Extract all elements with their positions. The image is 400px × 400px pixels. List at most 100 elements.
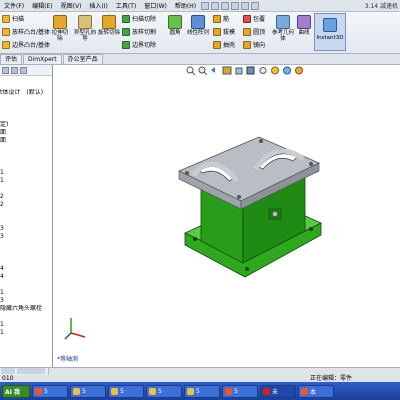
taskbar-item[interactable]: 5 [108,384,144,398]
gearbox-housing-model[interactable] [173,131,333,311]
taskbar-item-solidworks[interactable]: 未 [260,384,296,398]
print-icon[interactable] [231,1,240,10]
taskbar-item[interactable]: 5 [70,384,106,398]
linear-pattern-button[interactable]: 线性阵列 [186,15,210,36]
taskbar-item[interactable]: 本 [298,384,334,398]
curves-button[interactable]: 曲线 [296,15,312,36]
sweep-button[interactable]: 扫描 [2,14,24,23]
app-icon [263,387,270,395]
tree-item-label: 1 [0,329,4,336]
tree-item[interactable]: 3 [0,297,52,305]
property-manager-icon[interactable] [11,66,18,74]
loft-boss-button[interactable]: 放样凸台/基体 [2,27,50,36]
start-label: AI 我 [5,388,20,396]
taskbar-item[interactable]: 5 [184,384,220,398]
undo-icon[interactable] [241,1,250,10]
configuration-icon[interactable] [20,66,27,74]
zoom-area-icon[interactable] [198,66,208,75]
boundary-cut-button[interactable]: 边界切除 [122,40,156,49]
tree-item[interactable]: 2 [0,201,52,209]
tree-item[interactable]: 4 [0,265,52,273]
display-style-icon[interactable] [246,66,256,75]
instant3d-button[interactable]: Instant3D [314,13,346,51]
taskbar-item[interactable]: 5 [32,384,68,398]
tree-item[interactable]: 1 [0,321,52,329]
tree-item[interactable]: 面 [0,137,52,145]
wrap-button[interactable]: 包覆 [243,14,265,23]
tree-item[interactable]: 面 [0,129,52,137]
view-orientation-icon[interactable] [234,66,244,75]
hole-wizard-label: 异型孔向导 [74,30,97,42]
tab-model[interactable] [1,368,15,374]
select-icon[interactable] [251,1,260,10]
feature-tree-icon[interactable] [2,66,9,74]
menu-view[interactable]: 视图(V) [57,1,86,10]
tree-item[interactable]: 3 [0,233,52,241]
dome-icon [243,27,251,36]
sweep-cut-button[interactable]: 扫描切除 [122,14,156,23]
save-icon[interactable] [221,1,230,10]
tab-office-products[interactable]: 办公室产品 [62,54,103,64]
taskbar-item[interactable]: 5 [222,384,258,398]
app-icon [301,387,308,395]
reference-geometry-icon [276,15,290,29]
tree-item[interactable]: 4 [0,273,52,281]
graphics-viewport[interactable]: *等轴测 [53,65,400,367]
shell-icon [213,40,221,49]
menu-help[interactable]: 帮助(H) [171,1,200,10]
dome-button[interactable]: 圆顶 [243,27,265,36]
open-icon[interactable] [211,1,220,10]
new-icon[interactable] [201,1,210,10]
fillet-button[interactable]: 圆角 [166,15,184,36]
hole-wizard-button[interactable]: 异型孔向导 [74,15,96,42]
mirror-button[interactable]: 镜向 [243,40,265,49]
tree-item-label: 1 [0,169,4,176]
tree-item-hex-bolt[interactable]: 隐藏六角头螺栓 [0,305,52,313]
menu-tools[interactable]: 工具(T) [112,1,140,10]
instant3d-icon [323,18,337,32]
tree-item[interactable]: 1 [0,329,52,337]
model-oil-plug [272,211,278,217]
menu-file[interactable]: 文件(F) [0,1,28,10]
boundary-boss-button[interactable]: 边界凸台/基体 [2,40,50,49]
tree-item[interactable]: 2 [0,193,52,201]
revolve-cut-button[interactable]: 旋转切除 [98,15,120,36]
tree-item[interactable]: 1 [0,169,52,177]
tree-item-label: 4 [0,273,4,280]
zoom-fit-icon[interactable] [186,66,196,75]
hide-show-items-icon[interactable] [258,66,268,75]
start-button[interactable]: AI 我 [2,384,30,398]
tree-item[interactable]: 3 [0,225,52,233]
reference-geometry-button[interactable]: 参考几何体 [272,15,294,42]
window-title: 3.14 减速机 [364,3,398,10]
apply-scene-icon[interactable] [282,66,292,75]
tree-item[interactable]: t体设计 (默认) [0,89,52,97]
view-settings-icon[interactable] [294,66,304,75]
tab-dimxpert[interactable]: DimXpert [23,54,62,64]
edit-appearance-icon[interactable] [270,66,280,75]
tab-motion-study[interactable] [16,368,45,374]
previous-view-icon[interactable] [210,66,220,75]
tree-item[interactable]: 定) [0,121,52,129]
tree-item[interactable]: 1 [0,289,52,297]
app-icon [225,387,232,395]
taskbar-item[interactable]: 5 [146,384,182,398]
menu-edit[interactable]: 编辑(E) [28,1,56,10]
tab-evaluate[interactable]: 评估 [0,54,23,64]
loft-boss-label: 放样凸台/基体 [12,29,51,36]
app-icon [187,387,194,395]
draft-button[interactable]: 拔模 [213,27,235,36]
section-view-icon[interactable] [222,66,232,75]
axis-triad-icon [64,318,86,340]
wrap-label: 包覆 [253,16,266,23]
loft-cut-button[interactable]: 放样切割 [122,27,156,36]
menu-window[interactable]: 窗口(W) [140,1,171,10]
loft-icon [2,27,10,36]
menu-insert[interactable]: 插入(I) [85,1,111,10]
tree-item[interactable]: 1 [0,177,52,185]
model-bolt-hole [185,171,189,175]
extrude-cut-button[interactable]: 拉伸切除 [50,15,70,42]
rib-button[interactable]: 筋 [213,14,229,23]
feature-manager-panel: t体设计 (默认) 定) 面 面 1 1 2 2 3 3 4 4 1 3 隐藏六角… [0,65,53,373]
shell-button[interactable]: 抽壳 [213,40,235,49]
